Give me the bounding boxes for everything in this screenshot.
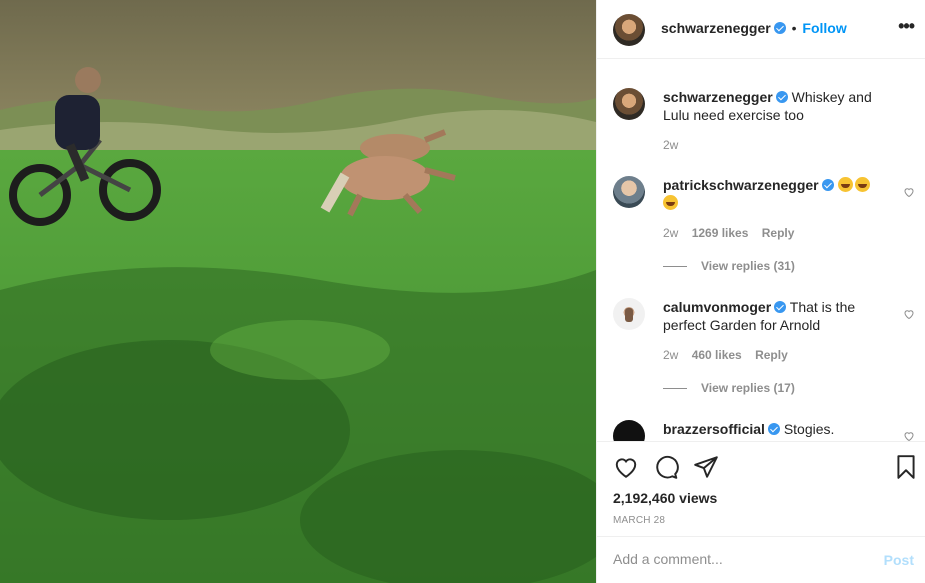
comments-list[interactable]: schwarzenegger Whiskey and Lulu need exe… xyxy=(597,60,925,441)
comment-text: Stogies. xyxy=(783,421,835,437)
laughing-emoji-icon xyxy=(663,195,678,210)
reply-button[interactable]: Reply xyxy=(755,348,788,362)
comment-body: brazzersofficial Stogies. xyxy=(663,420,893,438)
author-avatar[interactable] xyxy=(613,14,645,46)
comment-meta: 2w 460 likes Reply xyxy=(663,348,798,362)
author-username[interactable]: schwarzenegger xyxy=(661,20,771,36)
video-frame xyxy=(0,0,596,583)
caption-avatar[interactable] xyxy=(613,88,645,120)
comment-icon[interactable] xyxy=(653,454,679,480)
caption-username[interactable]: schwarzenegger xyxy=(663,89,773,105)
comment-meta: 2w 1269 likes Reply xyxy=(663,226,804,240)
post-side-panel: schwarzenegger • Follow ••• schwarzenegg… xyxy=(596,0,925,583)
reply-button[interactable]: Reply xyxy=(762,226,795,240)
commenter-avatar[interactable] xyxy=(613,420,645,441)
more-options-icon[interactable]: ••• xyxy=(898,16,915,37)
comment-username[interactable]: brazzersofficial xyxy=(663,421,765,437)
comment-username[interactable]: calumvonmoger xyxy=(663,299,771,315)
view-replies-button[interactable]: View replies (17) xyxy=(663,381,795,395)
comment-username[interactable]: patrickschwarzenegger xyxy=(663,177,819,193)
caption-time[interactable]: 2w xyxy=(663,138,678,152)
caption-meta: 2w xyxy=(663,138,688,152)
caption-body: schwarzenegger Whiskey and Lulu need exe… xyxy=(663,88,893,124)
verified-badge-icon xyxy=(773,22,786,34)
share-icon[interactable] xyxy=(693,454,719,480)
comment-time[interactable]: 2w xyxy=(663,226,678,240)
like-comment-heart-icon[interactable] xyxy=(903,308,915,320)
comment-likes[interactable]: 460 likes xyxy=(692,348,742,362)
verified-badge-icon xyxy=(775,91,788,103)
replies-divider xyxy=(663,266,687,268)
like-comment-heart-icon[interactable] xyxy=(903,186,915,198)
commenter-avatar[interactable] xyxy=(613,298,645,330)
comment-body: patrickschwarzenegger xyxy=(663,176,893,212)
add-comment-input[interactable] xyxy=(613,551,863,567)
comment-time[interactable]: 2w xyxy=(663,348,678,362)
post-video[interactable] xyxy=(0,0,596,583)
comment-likes[interactable]: 1269 likes xyxy=(692,226,749,240)
like-comment-heart-icon[interactable] xyxy=(903,430,915,441)
post-actions: 2,192,460 views MARCH 28 xyxy=(597,441,925,536)
bookmark-icon[interactable] xyxy=(893,454,919,480)
heart-icon[interactable] xyxy=(613,454,639,480)
verified-badge-icon xyxy=(774,301,787,313)
verified-badge-icon xyxy=(767,423,780,435)
verified-badge-icon xyxy=(821,179,834,191)
view-replies-label: View replies (31) xyxy=(701,259,795,273)
laughing-emoji-icon xyxy=(837,177,853,192)
laughing-emoji-icon xyxy=(854,177,870,192)
view-replies-label: View replies (17) xyxy=(701,381,795,395)
view-count[interactable]: 2,192,460 views xyxy=(613,490,717,506)
commenter-avatar[interactable] xyxy=(613,176,645,208)
separator-dot: • xyxy=(791,20,797,36)
post-header: schwarzenegger • Follow ••• xyxy=(597,0,925,59)
view-replies-button[interactable]: View replies (31) xyxy=(663,259,795,273)
comment-body: calumvonmoger That is the perfect Garden… xyxy=(663,298,893,334)
follow-button[interactable]: Follow xyxy=(802,20,846,36)
header-user: schwarzenegger • Follow xyxy=(661,20,847,36)
add-comment-bar: Post xyxy=(597,536,925,583)
post-date[interactable]: MARCH 28 xyxy=(613,515,665,526)
post-comment-button[interactable]: Post xyxy=(884,552,914,568)
replies-divider xyxy=(663,388,687,390)
